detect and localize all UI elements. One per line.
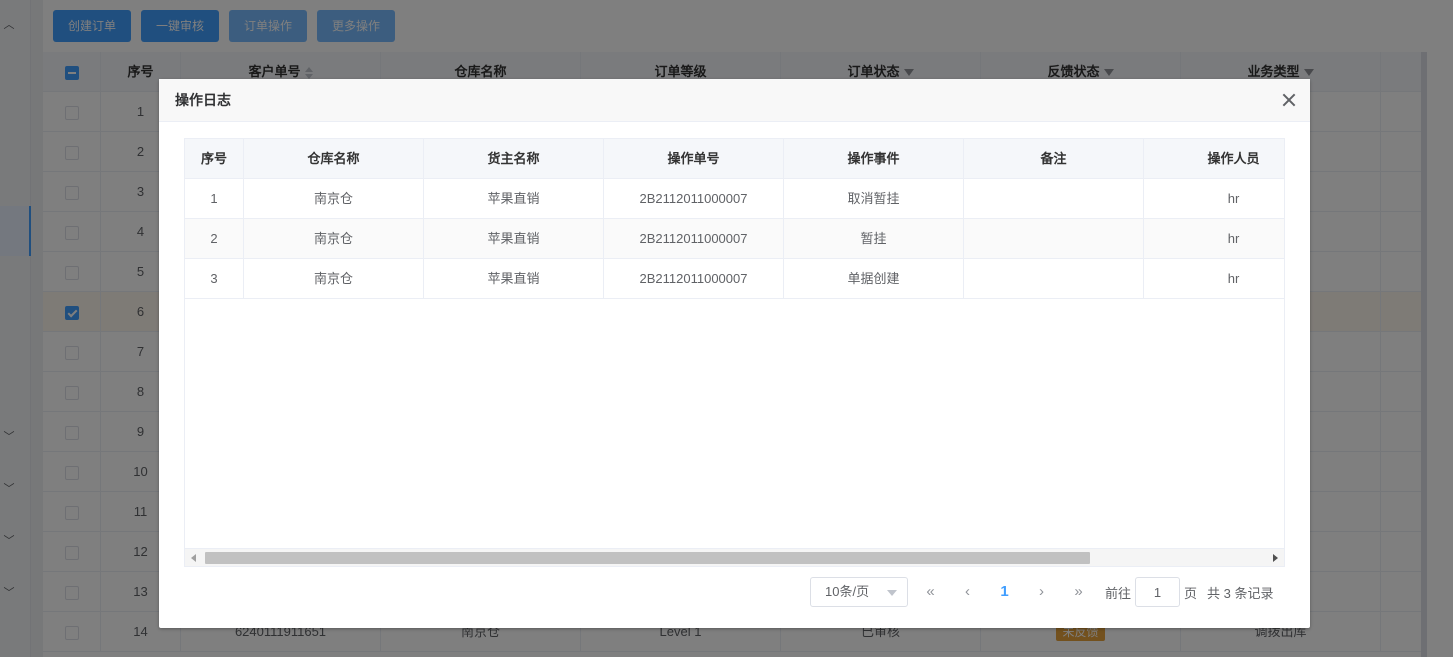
goto-page-input[interactable] bbox=[1135, 577, 1181, 607]
chevron-down-icon bbox=[887, 590, 897, 596]
log-cell-warehouse: 南京仓 bbox=[244, 179, 424, 219]
log-cell-remark bbox=[964, 219, 1144, 259]
dialog-title: 操作日志 bbox=[175, 92, 231, 108]
log-cell-warehouse: 南京仓 bbox=[244, 219, 424, 259]
log-cell-operator: hr bbox=[1144, 259, 1284, 299]
table-row[interactable]: 3 南京仓 苹果直销 2B2112011000007 单据创建 hr bbox=[185, 259, 1284, 299]
log-cell-event: 暂挂 bbox=[784, 219, 964, 259]
page-size-value: 10条/页 bbox=[825, 584, 870, 599]
log-cell-event: 单据创建 bbox=[784, 259, 964, 299]
log-col-no: 序号 bbox=[185, 139, 244, 179]
log-table: 序号 仓库名称 货主名称 操作单号 操作事件 备注 操作人员 1 南京仓 苹果直销 2… bbox=[184, 138, 1285, 567]
page-size-select[interactable]: 10条/页 bbox=[810, 577, 908, 607]
log-cell-event: 取消暂挂 bbox=[784, 179, 964, 219]
close-icon[interactable] bbox=[1280, 91, 1298, 109]
prev-page-icon[interactable]: ‹ bbox=[949, 577, 986, 607]
log-cell-remark bbox=[964, 259, 1144, 299]
last-page-icon[interactable]: » bbox=[1060, 577, 1097, 607]
page-unit-label: 页 bbox=[1184, 585, 1198, 601]
log-cell-owner: 苹果直销 bbox=[424, 179, 604, 219]
total-records: 共 3 条记录 bbox=[1207, 585, 1274, 601]
log-col-op-no: 操作单号 bbox=[604, 139, 784, 179]
log-cell-no: 1 bbox=[185, 179, 244, 219]
pagination: 10条/页 « ‹ 1 › » 前往 页 共 3 条记录 bbox=[810, 577, 1274, 607]
log-cell-op-no: 2B2112011000007 bbox=[604, 259, 784, 299]
scrollbar-thumb[interactable] bbox=[205, 552, 1090, 564]
table-row[interactable]: 2 南京仓 苹果直销 2B2112011000007 暂挂 hr bbox=[185, 219, 1284, 259]
table-row[interactable]: 1 南京仓 苹果直销 2B2112011000007 取消暂挂 hr bbox=[185, 179, 1284, 219]
log-cell-op-no: 2B2112011000007 bbox=[604, 179, 784, 219]
log-col-warehouse: 仓库名称 bbox=[244, 139, 424, 179]
goto-label: 前往 bbox=[1105, 585, 1132, 601]
log-col-operator: 操作人员 bbox=[1144, 139, 1284, 179]
scroll-right-icon[interactable] bbox=[1273, 554, 1278, 562]
log-cell-no: 3 bbox=[185, 259, 244, 299]
log-cell-operator: hr bbox=[1144, 179, 1284, 219]
log-cell-remark bbox=[964, 179, 1144, 219]
scroll-left-icon[interactable] bbox=[191, 554, 196, 562]
log-cell-warehouse: 南京仓 bbox=[244, 259, 424, 299]
next-page-icon[interactable]: › bbox=[1023, 577, 1060, 607]
dialog-header: 操作日志 bbox=[159, 79, 1310, 122]
first-page-icon[interactable]: « bbox=[912, 577, 949, 607]
log-table-header: 序号 仓库名称 货主名称 操作单号 操作事件 备注 操作人员 bbox=[185, 139, 1284, 179]
log-col-event: 操作事件 bbox=[784, 139, 964, 179]
operation-log-dialog: 操作日志 序号 仓库名称 货主名称 操作单号 操作事件 备注 操作人员 1 南京仓… bbox=[159, 79, 1310, 628]
horizontal-scrollbar[interactable] bbox=[185, 548, 1284, 566]
log-cell-owner: 苹果直销 bbox=[424, 219, 604, 259]
log-cell-operator: hr bbox=[1144, 219, 1284, 259]
log-table-body: 1 南京仓 苹果直销 2B2112011000007 取消暂挂 hr 2 南京仓 苹果直销 2B2… bbox=[185, 179, 1284, 299]
page-number-current[interactable]: 1 bbox=[986, 577, 1023, 607]
log-cell-op-no: 2B2112011000007 bbox=[604, 219, 784, 259]
log-col-remark: 备注 bbox=[964, 139, 1144, 179]
log-cell-no: 2 bbox=[185, 219, 244, 259]
log-cell-owner: 苹果直销 bbox=[424, 259, 604, 299]
log-col-owner: 货主名称 bbox=[424, 139, 604, 179]
